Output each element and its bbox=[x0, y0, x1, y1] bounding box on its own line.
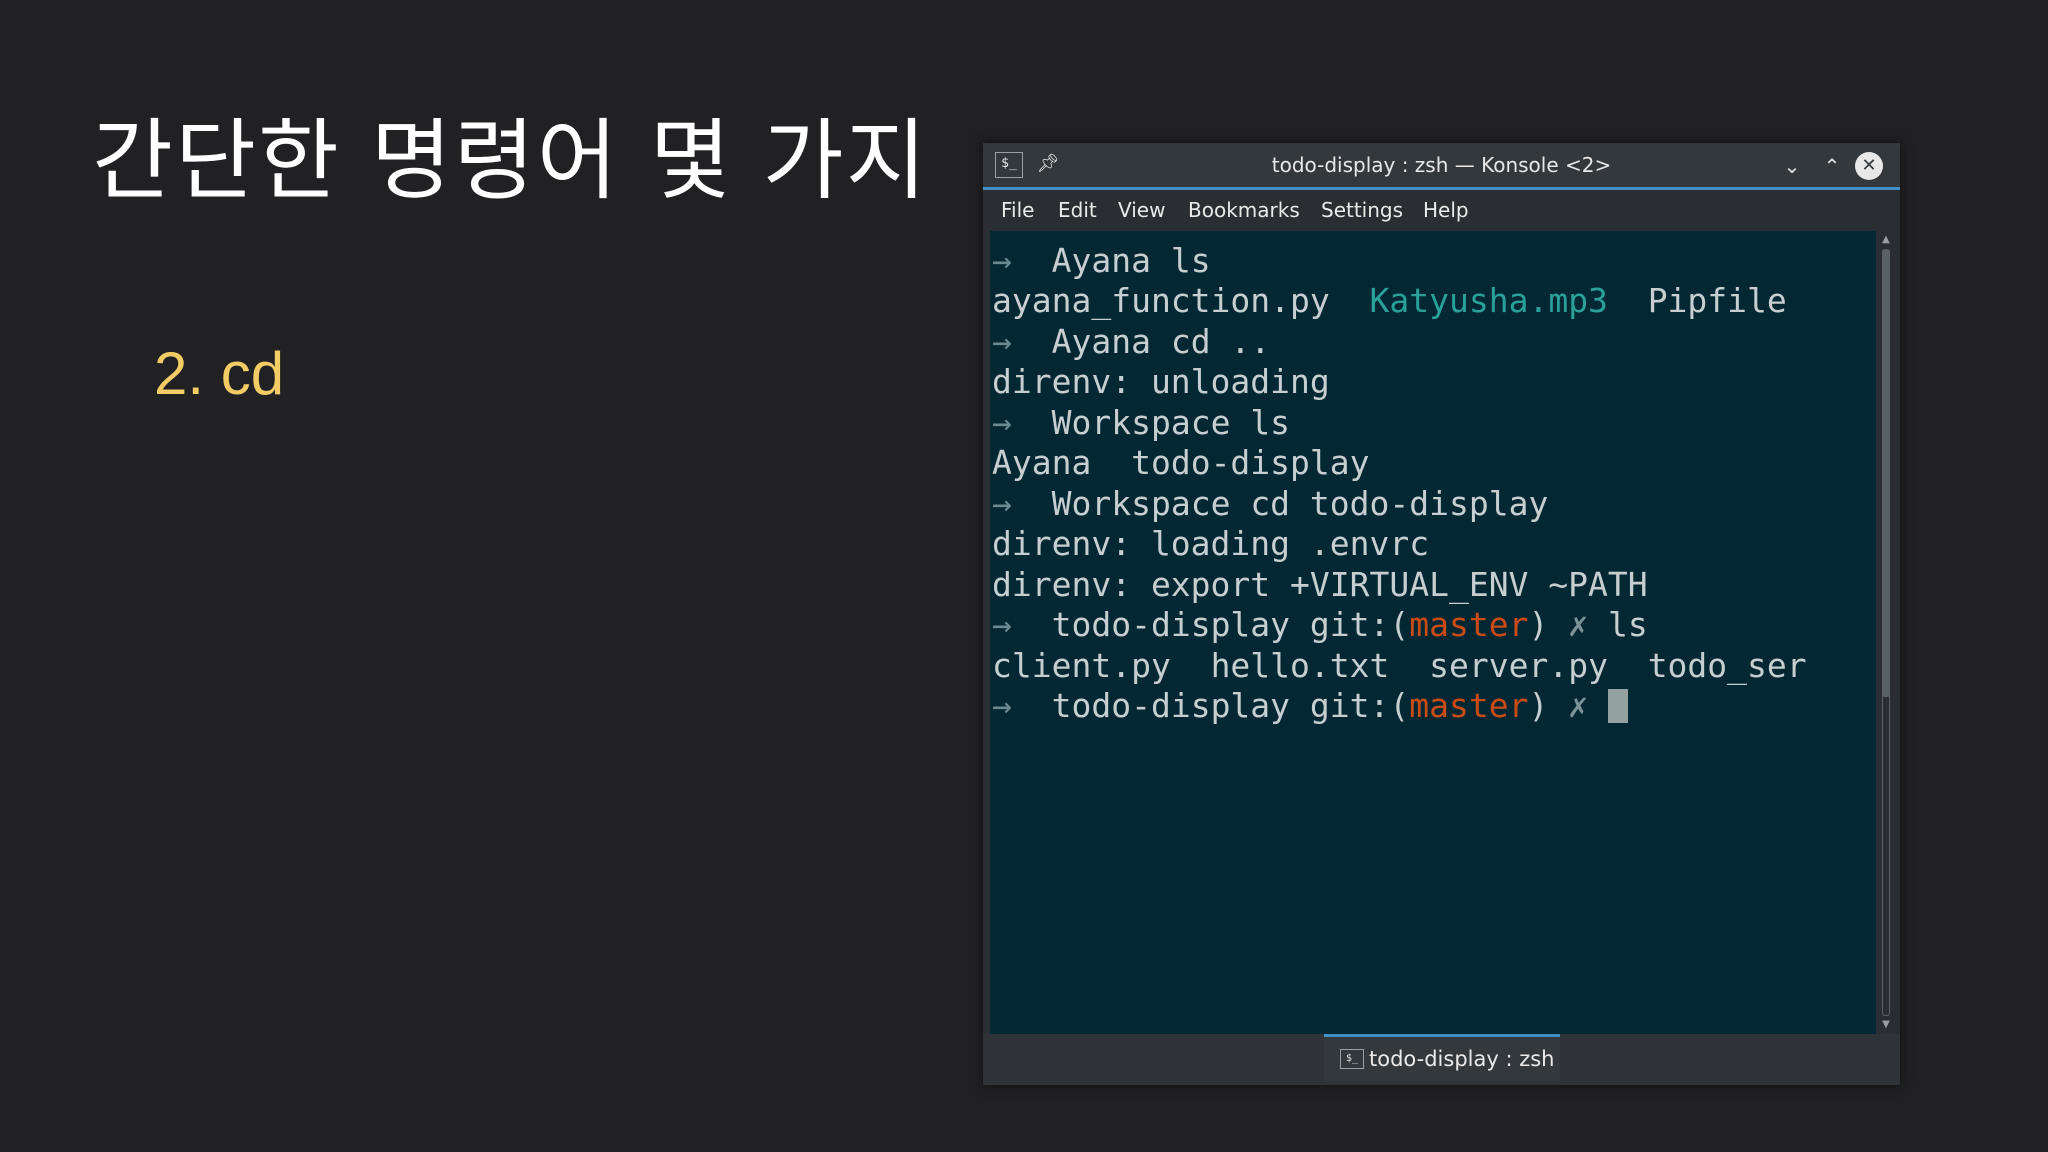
minimize-button[interactable]: ⌄ bbox=[1777, 151, 1807, 181]
terminal-line: direnv: export +VIRTUAL_ENV ~PATH bbox=[992, 565, 1648, 604]
terminal-line: Ayana todo-display bbox=[992, 443, 1370, 483]
prompt-command: ls bbox=[1607, 605, 1648, 644]
close-button[interactable]: ✕ bbox=[1855, 152, 1883, 180]
git-prefix: git:( bbox=[1309, 605, 1410, 644]
chevron-up-icon: ⌃ bbox=[1823, 154, 1841, 178]
file-entry: todo_ser bbox=[1647, 646, 1807, 685]
file-entry: Ayana bbox=[992, 443, 1092, 482]
prompt-dir: Workspace bbox=[1051, 484, 1231, 523]
menu-bar: File Edit View Bookmarks Settings Help bbox=[983, 190, 1900, 230]
file-entry: server.py bbox=[1429, 646, 1608, 685]
prompt-command: ls bbox=[1250, 403, 1291, 442]
terminal-line: → Workspace cd todo-display bbox=[992, 484, 1548, 524]
terminal-line: → Workspace ls bbox=[992, 403, 1290, 443]
file-entry: Pipfile bbox=[1647, 281, 1787, 320]
chevron-down-icon: ⌄ bbox=[1783, 154, 1801, 178]
tab-label: todo-display : zsh bbox=[1369, 1047, 1555, 1071]
terminal-line: client.py hello.txt server.py todo_ser bbox=[992, 646, 1807, 686]
scroll-down-icon[interactable]: ▼ bbox=[1876, 1018, 1896, 1032]
konsole-window: $_ 📌︎ todo-display : zsh — Konsole <2> ⌄… bbox=[983, 143, 1900, 1085]
tab-todo-display[interactable]: $_ todo-display : zsh bbox=[1324, 1034, 1560, 1081]
terminal-line: → todo-display git:(master) ✗ ls bbox=[992, 605, 1648, 645]
scrollbar[interactable]: ▲ ▼ bbox=[1876, 231, 1896, 1034]
slide-title: 간단한 명령어 몇 가지 bbox=[92, 109, 929, 212]
menu-view[interactable]: View bbox=[1118, 199, 1165, 221]
prompt-command: cd todo-display bbox=[1250, 484, 1549, 523]
menu-settings[interactable]: Settings bbox=[1321, 199, 1403, 221]
prompt-dir: Ayana bbox=[1051, 241, 1151, 280]
file-entry: Katyusha.mp3 bbox=[1369, 281, 1608, 320]
prompt-arrow-icon: → bbox=[992, 403, 1012, 442]
prompt-arrow-icon: → bbox=[992, 686, 1012, 725]
git-suffix: ) bbox=[1528, 686, 1549, 725]
title-bar[interactable]: $_ 📌︎ todo-display : zsh — Konsole <2> ⌄… bbox=[983, 143, 1900, 190]
file-entry: todo-display bbox=[1131, 443, 1370, 482]
prompt-command: ls bbox=[1170, 241, 1211, 280]
file-entry: hello.txt bbox=[1210, 646, 1390, 685]
file-entry: ayana_function.py bbox=[992, 281, 1330, 320]
prompt-arrow-icon: → bbox=[992, 322, 1012, 361]
terminal-line: → Ayana cd .. bbox=[992, 322, 1270, 362]
slide-bullet: 2. cd bbox=[154, 340, 285, 407]
menu-help[interactable]: Help bbox=[1423, 199, 1469, 221]
terminal-line: → todo-display git:(master) ✗ bbox=[992, 686, 1628, 726]
terminal-line: ayana_function.py Katyusha.mp3 Pipfile bbox=[992, 281, 1787, 321]
dirty-mark-icon: ✗ bbox=[1568, 686, 1589, 725]
git-suffix: ) bbox=[1528, 605, 1549, 644]
terminal-line: direnv: unloading bbox=[992, 362, 1330, 401]
prompt-arrow-icon: → bbox=[992, 605, 1012, 644]
close-icon: ✕ bbox=[1861, 155, 1877, 176]
prompt-dir: todo-display bbox=[1051, 686, 1291, 725]
git-prefix: git:( bbox=[1309, 686, 1410, 725]
prompt-dir: todo-display bbox=[1051, 605, 1291, 644]
menu-edit[interactable]: Edit bbox=[1058, 199, 1097, 221]
menu-bookmarks[interactable]: Bookmarks bbox=[1188, 199, 1300, 221]
file-entry: client.py bbox=[992, 646, 1171, 685]
terminal-icon: $_ bbox=[1340, 1049, 1364, 1069]
prompt-arrow-icon: → bbox=[992, 484, 1012, 523]
prompt-dir: Ayana bbox=[1051, 322, 1151, 361]
git-branch: master bbox=[1409, 605, 1529, 644]
terminal-line: → Ayana ls bbox=[992, 241, 1211, 281]
text-cursor bbox=[1607, 689, 1628, 723]
scroll-thumb[interactable] bbox=[1882, 249, 1890, 697]
git-branch: master bbox=[1409, 686, 1529, 725]
terminal-line: direnv: loading .envrc bbox=[992, 524, 1430, 563]
scroll-up-icon[interactable]: ▲ bbox=[1876, 233, 1896, 247]
window-title: todo-display : zsh — Konsole <2> bbox=[1271, 153, 1612, 177]
prompt-command: cd .. bbox=[1170, 322, 1271, 361]
maximize-button[interactable]: ⌃ bbox=[1817, 151, 1847, 181]
menu-file[interactable]: File bbox=[1001, 199, 1034, 221]
prompt-dir: Workspace bbox=[1051, 403, 1231, 442]
prompt-arrow-icon: → bbox=[992, 241, 1012, 280]
terminal-output[interactable]: → Ayana ls ayana_function.py Katyusha.mp… bbox=[990, 231, 1880, 1034]
tab-bar: $_ todo-display : zsh bbox=[983, 1034, 1900, 1085]
dirty-mark-icon: ✗ bbox=[1568, 605, 1589, 644]
